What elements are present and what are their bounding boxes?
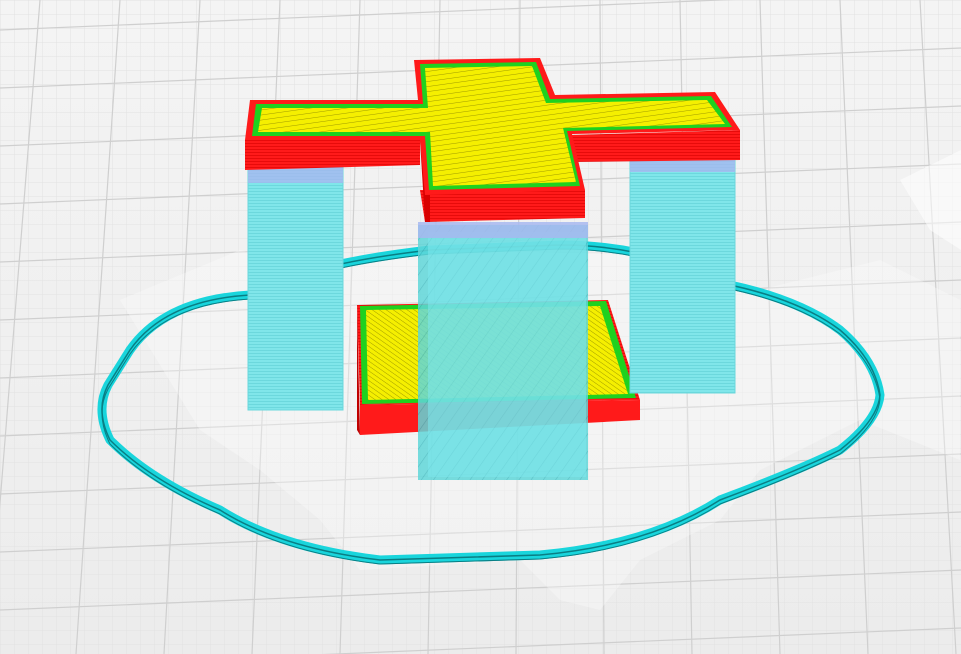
print-scene[interactable] xyxy=(0,0,961,654)
viewport-3d-preview[interactable] xyxy=(0,0,961,654)
support-left[interactable] xyxy=(247,164,344,411)
support-center[interactable] xyxy=(418,222,588,480)
support-right[interactable] xyxy=(629,157,736,394)
